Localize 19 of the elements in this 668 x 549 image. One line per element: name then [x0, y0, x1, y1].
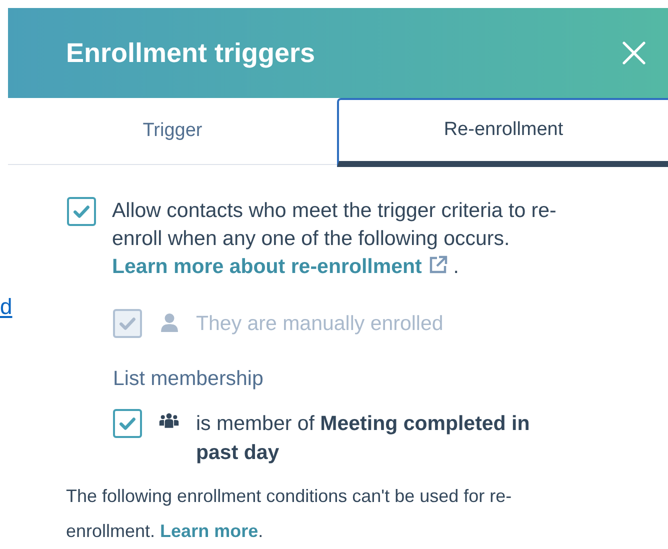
background-link[interactable]: d: [0, 290, 12, 323]
person-icon: [160, 313, 178, 332]
tab[interactable]: Re-enrollment: [337, 98, 668, 168]
footer-note: The following enrollment conditions can't be used for re-enrollment. Learn more.: [66, 485, 513, 543]
condition-text: They are manually enrolled: [196, 311, 444, 338]
learn-more-link[interactable]: Learn more about re-enrollment: [112, 255, 448, 278]
check-icon: [119, 315, 136, 332]
external-link-icon: [428, 255, 448, 276]
reenroll-description: Allow contacts who meet the trigger criteria to re-enroll when any one of the following occurs. Learn more about re-enrollment .: [112, 198, 558, 280]
close-icon[interactable]: [622, 40, 646, 65]
condition-text: is member of Meeting completed in past day: [196, 411, 531, 466]
group-icon: [159, 411, 179, 431]
section-heading: List membership: [113, 366, 264, 392]
check-icon: [73, 203, 90, 220]
window-title: Enrollment triggers: [66, 36, 316, 70]
check-icon: [119, 415, 136, 432]
checkbox[interactable]: [67, 197, 96, 226]
learn-more-link[interactable]: Learn more: [160, 521, 258, 541]
checkbox[interactable]: [113, 409, 142, 438]
